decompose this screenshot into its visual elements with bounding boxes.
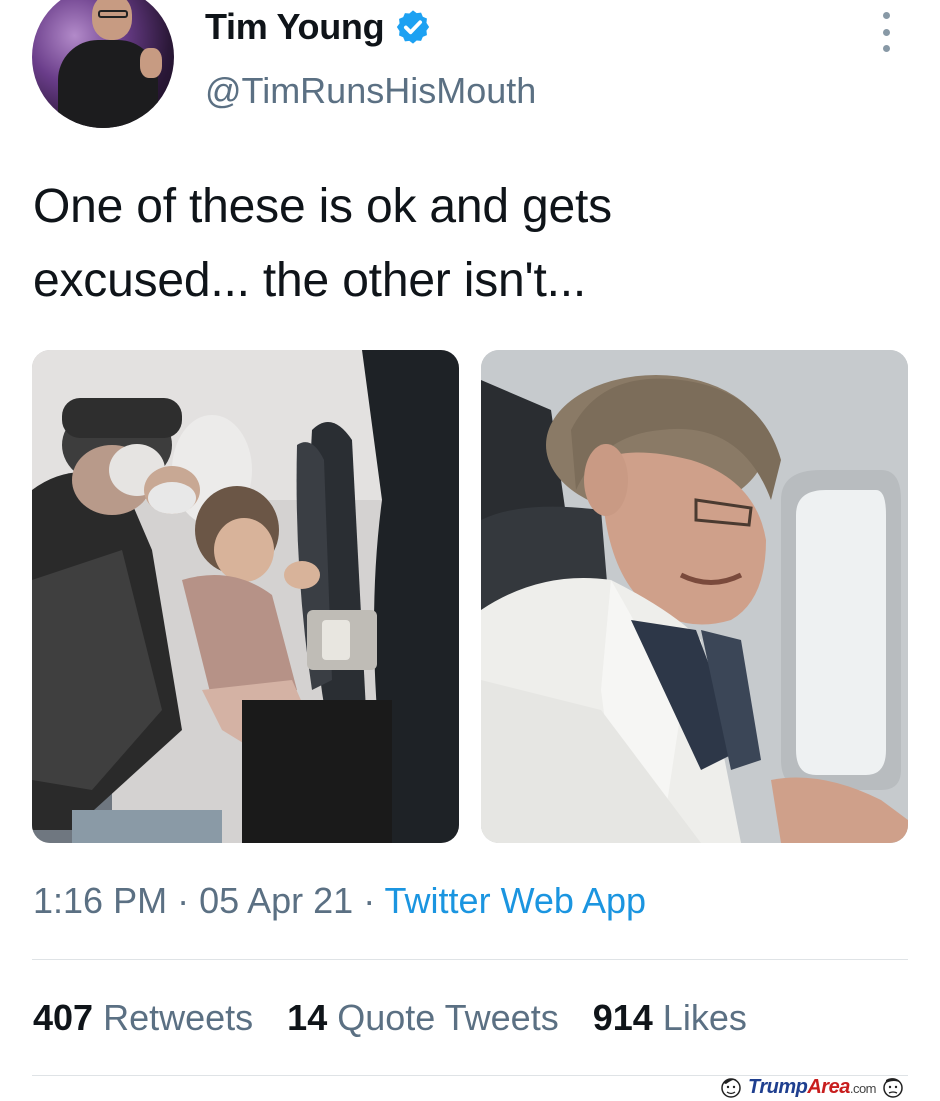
tweet-source-link[interactable]: Twitter Web App: [385, 880, 646, 921]
meta-separator: ·: [167, 880, 200, 921]
quote-tweets-count: 14: [287, 997, 328, 1038]
watermark-text: .com: [849, 1080, 877, 1096]
watermark-text: Trump: [748, 1075, 808, 1098]
more-dot: [882, 12, 890, 19]
author-avatar[interactable]: [32, 0, 174, 128]
retweets-stat[interactable]: 407 Retweets: [33, 997, 253, 1039]
likes-count: 914: [592, 997, 653, 1038]
tweet-photo-toddler[interactable]: [32, 350, 459, 843]
author-handle[interactable]: @TimRunsHisMouth: [205, 70, 536, 112]
tweet-text-line: One of these is ok and gets: [33, 180, 612, 233]
quote-tweets-stat[interactable]: 14 Quote Tweets: [287, 997, 559, 1039]
tweet-photo-passenger[interactable]: [481, 350, 908, 843]
more-dot: [882, 45, 890, 52]
tweet-date[interactable]: 05 Apr 21: [199, 880, 353, 921]
author-name-row[interactable]: Tim Young: [205, 6, 432, 48]
tweet-text: One of these is ok and gets excused... t…: [33, 170, 893, 318]
avatar-face: [92, 0, 132, 40]
caricature-face-icon: [883, 1078, 903, 1098]
divider: [32, 959, 908, 960]
likes-label: Likes: [662, 997, 747, 1038]
site-watermark: TrumpArea.com: [718, 1074, 906, 1100]
watermark-text: Area: [807, 1075, 850, 1098]
avatar-glasses: [98, 10, 128, 18]
caricature-face-icon: [721, 1078, 741, 1098]
retweets-count: 407: [33, 997, 94, 1038]
likes-stat[interactable]: 914 Likes: [593, 997, 747, 1039]
engagement-stats: 407 Retweets 14 Quote Tweets 914 Likes: [33, 997, 747, 1039]
author-name[interactable]: Tim Young: [205, 6, 385, 48]
meta-separator: ·: [353, 880, 385, 921]
tweet-metadata: 1:16 PM · 05 Apr 21 · Twitter Web App: [33, 880, 646, 922]
avatar-hand: [140, 48, 162, 78]
retweets-label: Retweets: [103, 997, 254, 1038]
tweet-time[interactable]: 1:16 PM: [33, 880, 167, 921]
more-options-icon[interactable]: [876, 12, 896, 52]
more-dot: [882, 28, 890, 36]
verified-badge-icon: [394, 8, 432, 46]
quote-tweets-label: Quote Tweets: [337, 997, 559, 1038]
tweet-text-line: excused... the other isn't...: [33, 254, 586, 307]
